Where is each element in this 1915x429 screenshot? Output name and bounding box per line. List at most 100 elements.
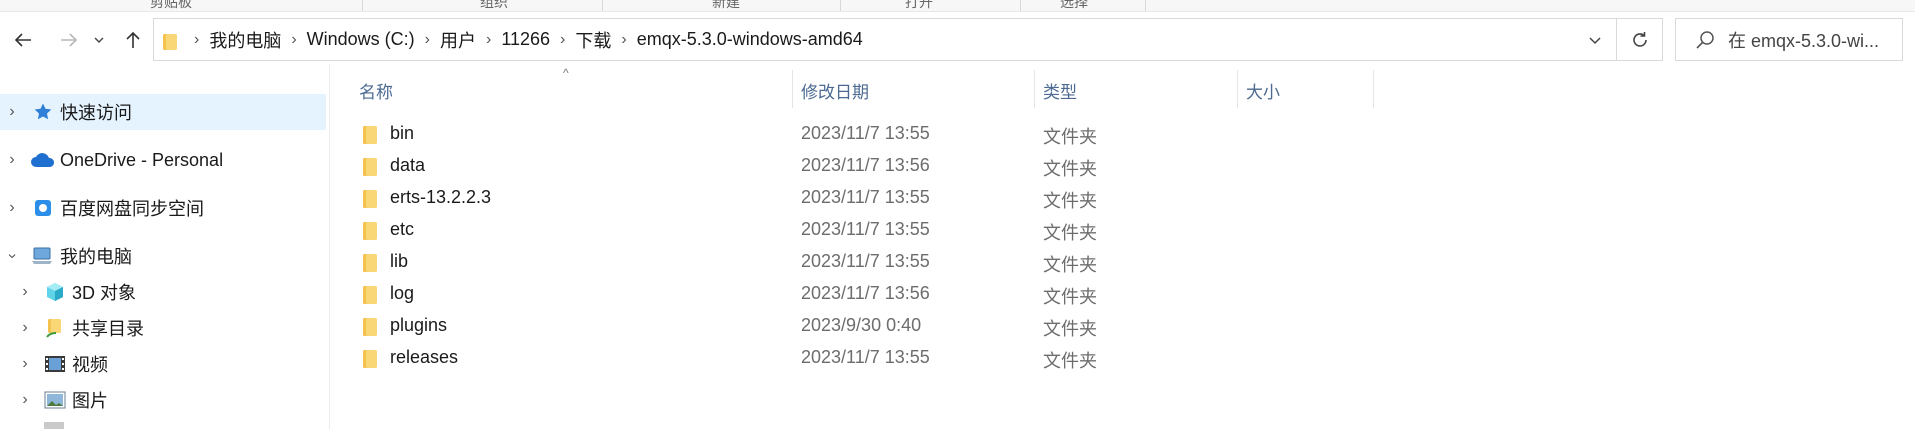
file-modified-date: 2023/11/7 13:55 xyxy=(801,347,930,367)
chevron-down-icon[interactable]: › xyxy=(3,249,21,263)
folder-icon xyxy=(362,189,378,208)
video-icon xyxy=(44,353,66,375)
breadcrumb-users[interactable]: 用户 xyxy=(440,27,476,53)
address-history-button[interactable] xyxy=(1573,19,1616,60)
folder-icon xyxy=(362,349,378,368)
column-divider[interactable] xyxy=(1237,70,1238,108)
chevron-right-icon[interactable]: › xyxy=(5,151,19,169)
file-row[interactable]: lib 2023/11/7 13:55 文件夹 xyxy=(352,246,1452,278)
breadcrumb-separator[interactable]: › xyxy=(281,31,306,49)
sidebar-item-quick-access[interactable]: › 快速访问 xyxy=(0,94,326,130)
cube-icon xyxy=(44,281,66,303)
ribbon-divider xyxy=(602,0,603,11)
file-row[interactable]: releases 2023/11/7 13:55 文件夹 xyxy=(352,342,1452,374)
sidebar-item-label: 3D 对象 xyxy=(72,283,137,303)
file-name: bin xyxy=(390,123,415,143)
sidebar-item-label: 图片 xyxy=(72,391,108,411)
file-type: 文件夹 xyxy=(1043,351,1097,371)
ribbon-strip: 剪贴板 组织 新建 打开 选择 xyxy=(0,0,1915,12)
up-button[interactable] xyxy=(117,24,149,56)
breadcrumb-drive-c[interactable]: Windows (C:) xyxy=(307,29,415,50)
column-header-type[interactable]: 类型 xyxy=(1043,78,1077,103)
file-type: 文件夹 xyxy=(1043,127,1097,147)
file-modified-date: 2023/11/7 13:55 xyxy=(801,251,930,271)
sidebar-item-videos[interactable]: › 视频 xyxy=(0,346,326,382)
ribbon-divider xyxy=(1145,0,1146,11)
file-modified-date: 2023/11/7 13:56 xyxy=(801,283,930,303)
breadcrumb-my-computer[interactable]: 我的电脑 xyxy=(209,27,281,53)
column-header-modified[interactable]: 修改日期 xyxy=(801,78,869,103)
file-name: data xyxy=(390,155,426,175)
column-header-size[interactable]: 大小 xyxy=(1246,78,1280,103)
file-row[interactable]: erts-13.2.2.3 2023/11/7 13:55 文件夹 xyxy=(352,182,1452,214)
file-row[interactable]: log 2023/11/7 13:56 文件夹 xyxy=(352,278,1452,310)
sidebar-item-label: 我的电脑 xyxy=(60,247,132,267)
file-row[interactable]: data 2023/11/7 13:56 文件夹 xyxy=(352,150,1452,182)
search-placeholder: 在 emqx-5.3.0-wi... xyxy=(1728,30,1880,51)
refresh-button[interactable] xyxy=(1617,18,1663,61)
file-type: 文件夹 xyxy=(1043,255,1097,275)
breadcrumb-separator[interactable]: › xyxy=(550,31,575,49)
folder-icon xyxy=(362,285,378,304)
file-modified-date: 2023/11/7 13:55 xyxy=(801,123,930,143)
breadcrumb-separator[interactable]: › xyxy=(415,31,440,49)
breadcrumb: › 我的电脑 › Windows (C:) › 用户 › 11266 › 下载 … xyxy=(184,19,863,60)
ribbon-group-new: 新建 xyxy=(712,0,740,10)
recent-locations-button[interactable] xyxy=(88,24,110,56)
back-button[interactable] xyxy=(7,24,39,56)
file-name: plugins xyxy=(390,315,448,335)
search-icon xyxy=(1694,29,1716,51)
breadcrumb-current-folder[interactable]: emqx-5.3.0-windows-amd64 xyxy=(637,29,863,50)
search-input[interactable]: 在 emqx-5.3.0-wi... xyxy=(1675,18,1903,61)
file-name: releases xyxy=(390,347,459,367)
file-type: 文件夹 xyxy=(1043,319,1097,339)
sidebar-item-label: 快速访问 xyxy=(60,103,132,123)
sidebar-item-onedrive[interactable]: › OneDrive - Personal xyxy=(0,142,326,178)
sidebar-item-baidu-sync[interactable]: › 百度网盘同步空间 xyxy=(0,190,326,226)
sidebar-item-label: 视频 xyxy=(72,355,108,375)
file-row[interactable]: bin 2023/11/7 13:55 文件夹 xyxy=(352,118,1452,150)
breadcrumb-user-11266[interactable]: 11266 xyxy=(501,29,550,50)
ribbon-group-clipboard: 剪贴板 xyxy=(150,0,192,10)
sidebar-item-3d-objects[interactable]: › 3D 对象 xyxy=(0,274,326,310)
file-row[interactable]: plugins 2023/9/30 0:40 文件夹 xyxy=(352,310,1452,342)
file-modified-date: 2023/11/7 13:55 xyxy=(801,219,930,239)
sidebar-item-shared[interactable]: › 共享目录 xyxy=(0,310,326,346)
arrow-left-icon xyxy=(14,33,31,47)
file-type: 文件夹 xyxy=(1043,191,1097,211)
partial-sidebar-item xyxy=(44,422,64,429)
file-row[interactable]: etc 2023/11/7 13:55 文件夹 xyxy=(352,214,1452,246)
forward-button[interactable] xyxy=(53,24,85,56)
shared-folder-icon xyxy=(44,317,66,339)
chevron-right-icon[interactable]: › xyxy=(18,355,32,373)
column-header-name[interactable]: 名称 xyxy=(359,78,393,103)
chevron-right-icon[interactable]: › xyxy=(18,319,32,337)
navigation-pane: › 快速访问 › OneDrive - Personal › 百度网盘同步空间 … xyxy=(0,64,330,429)
chevron-right-icon[interactable]: › xyxy=(18,391,32,409)
ribbon-divider xyxy=(840,0,841,11)
chevron-right-icon[interactable]: › xyxy=(5,103,19,121)
sort-ascending-icon: ^ xyxy=(563,66,569,80)
folder-icon xyxy=(162,32,182,50)
ribbon-group-organize: 组织 xyxy=(480,0,508,10)
folder-icon xyxy=(362,221,378,240)
folder-icon xyxy=(362,125,378,144)
refresh-icon xyxy=(1632,31,1647,47)
chevron-down-icon xyxy=(1588,36,1601,44)
chevron-right-icon[interactable]: › xyxy=(18,283,32,301)
column-divider[interactable] xyxy=(1373,70,1374,108)
chevron-down-icon xyxy=(94,37,104,43)
ribbon-divider xyxy=(1020,0,1021,11)
column-divider[interactable] xyxy=(792,70,793,108)
breadcrumb-separator[interactable]: › xyxy=(611,31,636,49)
chevron-right-icon[interactable]: › xyxy=(5,199,19,217)
address-bar[interactable]: › 我的电脑 › Windows (C:) › 用户 › 11266 › 下载 … xyxy=(153,18,1617,61)
column-divider[interactable] xyxy=(1034,70,1035,108)
sidebar-item-label: 共享目录 xyxy=(72,319,144,339)
arrow-right-icon xyxy=(61,33,78,47)
breadcrumb-separator[interactable]: › xyxy=(476,31,501,49)
sidebar-item-pictures[interactable]: › 图片 xyxy=(0,382,326,418)
file-type: 文件夹 xyxy=(1043,287,1097,307)
breadcrumb-downloads[interactable]: 下载 xyxy=(575,27,611,53)
sidebar-item-my-computer[interactable]: › 我的电脑 xyxy=(0,238,326,274)
